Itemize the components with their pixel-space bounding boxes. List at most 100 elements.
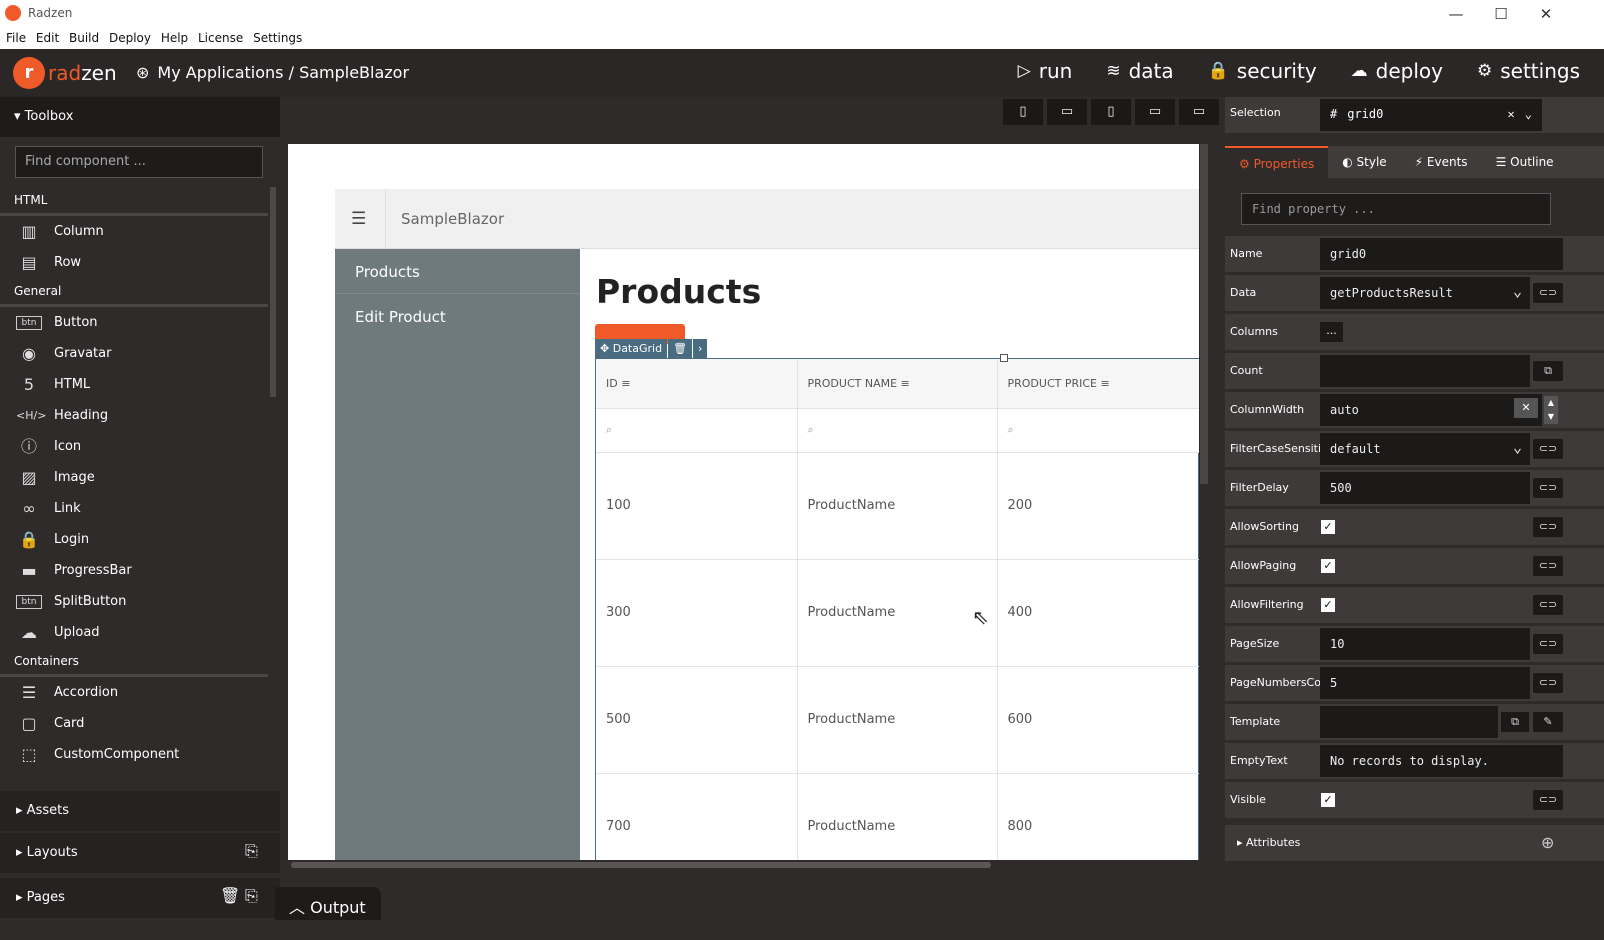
visible-checkbox[interactable]: ✓ (1321, 793, 1335, 807)
edit-icon[interactable]: ✎ (1533, 712, 1563, 732)
maximize-button[interactable]: ☐ (1479, 2, 1523, 26)
tab-outline[interactable]: ☰ Outline (1482, 146, 1568, 178)
template-field[interactable] (1320, 706, 1498, 738)
tree-layouts[interactable]: ▸ Layouts ⎘ (0, 833, 280, 873)
allowpaging-checkbox[interactable]: ✓ (1321, 559, 1335, 573)
filterdelay-field[interactable]: 500 (1320, 472, 1530, 504)
sidebar-item-products[interactable]: Products (335, 249, 580, 294)
column-header-id[interactable]: ID ≡ (596, 359, 798, 409)
add-circle-icon[interactable]: ⊕ (1541, 833, 1554, 852)
canvas-horizontal-scrollbar[interactable] (291, 862, 991, 868)
external-link-icon[interactable]: ⧉ (1533, 361, 1563, 381)
name-field[interactable]: grid0 (1320, 238, 1563, 270)
chevron-down-icon[interactable]: ⌄ (1525, 107, 1532, 123)
chevron-right-icon[interactable]: › (693, 339, 708, 358)
resize-handle[interactable] (1000, 354, 1008, 362)
data-select[interactable]: getProductsResult (1320, 277, 1530, 309)
external-link-icon[interactable]: ⧉ (1501, 712, 1529, 732)
toolbox-header[interactable]: ▾ Toolbox (0, 97, 280, 137)
menu-edit[interactable]: Edit (30, 28, 59, 45)
phone-portrait-icon[interactable]: ▯ (1003, 99, 1043, 125)
component-image[interactable]: ▨ Image (0, 462, 280, 493)
new-layout-icon[interactable]: ⎘ (245, 841, 258, 861)
menu-license[interactable]: License (192, 28, 243, 45)
pagesize-field[interactable]: 10 (1320, 628, 1530, 660)
canvas-vertical-scrollbar[interactable] (1200, 144, 1208, 484)
selection-dropdown[interactable]: # grid0 ✕ ⌄ (1320, 99, 1542, 131)
component-progressbar[interactable]: ▬ ProgressBar (0, 555, 280, 586)
find-property-input[interactable]: Find property ... (1241, 193, 1551, 225)
nav-deploy[interactable]: ☁ deploy (1351, 59, 1443, 83)
toolbox-scrollbar[interactable] (270, 187, 276, 397)
tablet-landscape-icon[interactable]: ▭ (1135, 99, 1175, 125)
breadcrumb-text[interactable]: My Applications / SampleBlazor (157, 63, 409, 82)
component-upload[interactable]: ☁ Upload (0, 617, 280, 648)
trash-icon[interactable]: 🗑 (668, 339, 693, 358)
breadcrumb[interactable]: ⊛ My Applications / SampleBlazor (136, 63, 409, 82)
component-customcomponent[interactable]: ⬚ CustomComponent (0, 739, 280, 770)
pagenumbers-field[interactable]: 5 (1320, 667, 1530, 699)
bind-icon[interactable]: ⊂⊃ (1533, 478, 1563, 498)
component-html[interactable]: 5 HTML (0, 369, 280, 400)
tab-properties[interactable]: ⚙ Properties (1225, 146, 1329, 178)
nav-run[interactable]: ▷ run (1018, 59, 1073, 83)
filtercase-select[interactable]: default (1320, 433, 1530, 465)
tab-style[interactable]: ◐ Style (1328, 146, 1400, 178)
table-row[interactable]: 500 ProductName 600 (596, 666, 1199, 774)
bind-icon[interactable]: ⊂⊃ (1533, 439, 1563, 459)
table-row[interactable]: 700 ProductName 800 (596, 773, 1199, 860)
allowfiltering-checkbox[interactable]: ✓ (1321, 598, 1335, 612)
bind-icon[interactable]: ⊂⊃ (1533, 790, 1563, 810)
table-row[interactable]: 100 ProductName 200 (596, 452, 1199, 560)
desktop-icon[interactable]: ▭ (1179, 99, 1219, 125)
trash-icon[interactable]: 🗑 (220, 886, 240, 905)
emptytext-field[interactable]: No records to display. (1320, 745, 1563, 777)
component-column[interactable]: ▥ Column (0, 216, 280, 247)
component-row[interactable]: ▤ Row (0, 247, 280, 278)
stepper-icon[interactable]: ▲ ▼ (1544, 396, 1558, 424)
clear-icon[interactable]: ✕ (1508, 107, 1515, 123)
menu-deploy[interactable]: Deploy (103, 28, 151, 45)
component-button[interactable]: btn Button (0, 307, 280, 338)
menu-settings[interactable]: Settings (247, 28, 302, 45)
design-canvas[interactable]: ☰ SampleBlazor Products Edit Product Pro… (288, 144, 1199, 860)
filter-cell-product-price[interactable]: ⌕ (997, 408, 1199, 453)
component-gravatar[interactable]: ◉ Gravatar (0, 338, 280, 369)
allowsorting-checkbox[interactable]: ✓ (1321, 520, 1335, 534)
datagrid[interactable]: ID ≡ PRODUCT NAME ≡ PRODUCT PRICE ≡ ⌕ ⌕ … (595, 354, 1199, 860)
count-field[interactable] (1320, 355, 1530, 387)
bind-icon[interactable]: ⊂⊃ (1533, 595, 1563, 615)
tree-pages[interactable]: ▸ Pages 🗑 ⎘ (0, 878, 280, 918)
table-row[interactable]: 300 ProductName 400 (596, 559, 1199, 667)
nav-settings[interactable]: ⚙ settings (1477, 59, 1580, 83)
filter-cell-id[interactable]: ⌕ (596, 408, 798, 453)
column-header-product-price[interactable]: PRODUCT PRICE ≡ (997, 359, 1199, 409)
hamburger-icon[interactable]: ☰ (351, 211, 371, 228)
component-card[interactable]: ▢ Card (0, 708, 280, 739)
new-page-icon[interactable]: ⎘ (245, 886, 258, 906)
tree-assets[interactable]: ▸ Assets (0, 791, 280, 831)
component-link[interactable]: ∞ Link (0, 493, 280, 524)
component-heading[interactable]: <H/> Heading (0, 400, 280, 431)
bind-icon[interactable]: ⊂⊃ (1533, 673, 1563, 693)
sidebar-item-edit-product[interactable]: Edit Product (335, 294, 580, 339)
columns-edit-button[interactable]: ... (1320, 322, 1343, 342)
component-splitbutton[interactable]: btn SplitButton (0, 586, 280, 617)
bind-icon[interactable]: ⊂⊃ (1533, 283, 1563, 303)
nav-security[interactable]: 🔒 security (1208, 59, 1317, 83)
tab-events[interactable]: ⚡ Events (1401, 146, 1482, 178)
menu-build[interactable]: Build (63, 28, 99, 45)
tablet-portrait-icon[interactable]: ▯ (1091, 99, 1131, 125)
bind-icon[interactable]: ⊂⊃ (1533, 517, 1563, 537)
menu-file[interactable]: File (0, 28, 26, 45)
minimize-button[interactable]: — (1434, 2, 1478, 26)
filter-cell-product-name[interactable]: ⌕ (797, 408, 998, 453)
close-button[interactable]: ✕ (1524, 2, 1568, 26)
output-tab[interactable]: ︿ Output (275, 887, 381, 920)
bind-icon[interactable]: ⊂⊃ (1533, 556, 1563, 576)
clear-icon[interactable]: ✕ (1514, 398, 1538, 418)
nav-data[interactable]: ≋ data (1106, 59, 1173, 83)
bind-icon[interactable]: ⊂⊃ (1533, 634, 1563, 654)
phone-landscape-icon[interactable]: ▭ (1047, 99, 1087, 125)
attributes-row[interactable]: ▸ Attributes ⊕ (1225, 825, 1604, 861)
